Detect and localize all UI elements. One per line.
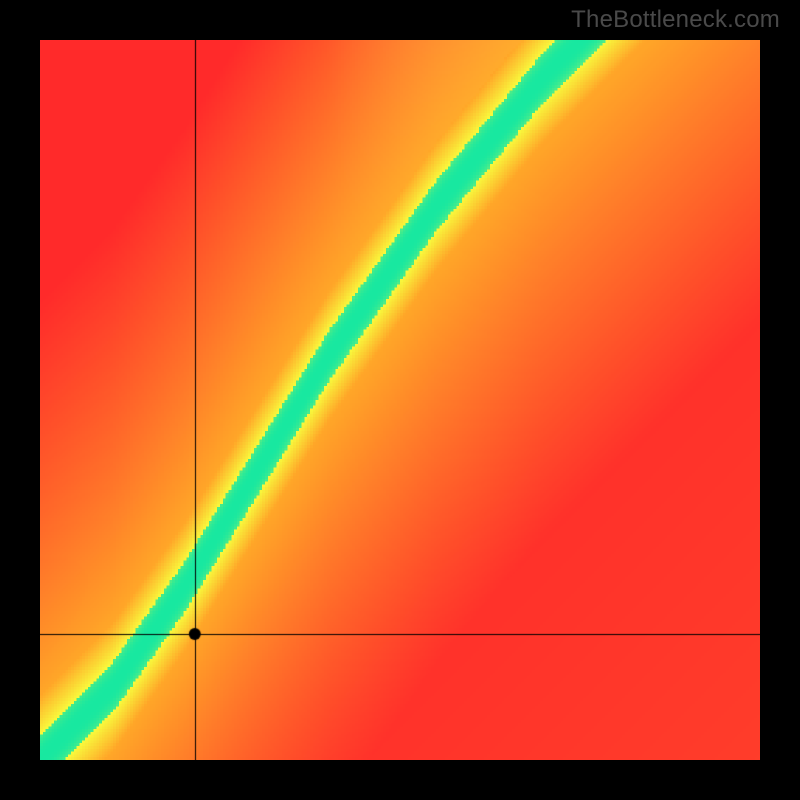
watermark-text: TheBottleneck.com	[571, 6, 780, 34]
overlay-canvas	[40, 40, 760, 760]
chart-frame: TheBottleneck.com	[0, 0, 800, 800]
